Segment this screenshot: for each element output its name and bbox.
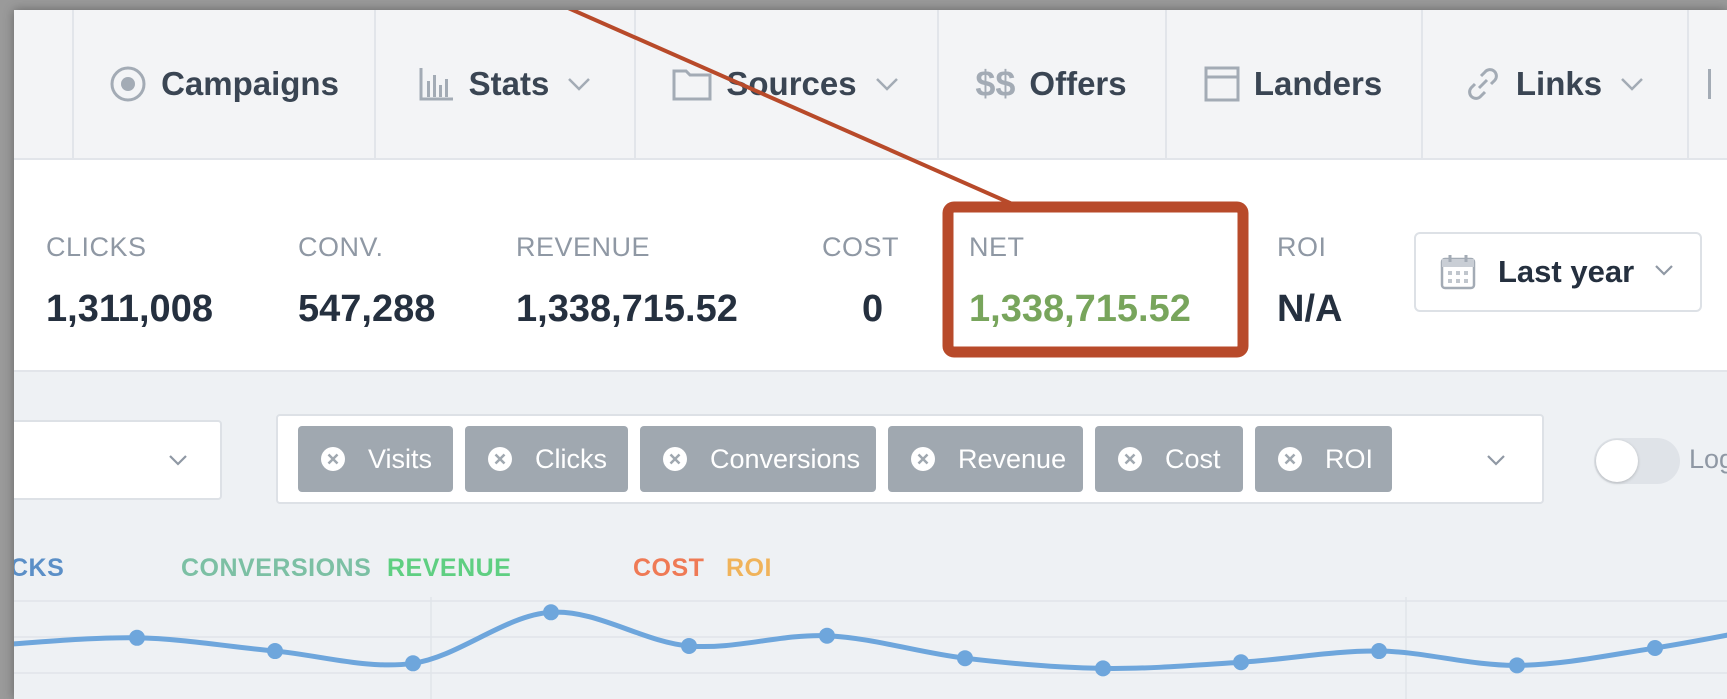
metric-tag-label: Cost: [1165, 443, 1221, 474]
nav-item-stats[interactable]: Stats: [374, 10, 636, 158]
metric-tag-visits[interactable]: Visits: [298, 426, 453, 492]
stat-value: 1,311,008: [46, 288, 213, 330]
stat-value: 1,338,715.52: [516, 288, 738, 330]
stat-label: ROI: [1277, 232, 1327, 262]
metric-tag-conversions[interactable]: Conversions: [640, 426, 876, 492]
remove-icon[interactable]: [1117, 446, 1143, 472]
nav-item-partial[interactable]: [14, 10, 74, 158]
metric-tag-label: Visits: [368, 443, 433, 474]
date-range-value: Last year: [1498, 254, 1635, 289]
remove-icon[interactable]: [1277, 446, 1303, 472]
nav-label-campaigns: Campaigns: [161, 65, 339, 102]
chevron-down-icon[interactable]: [1486, 454, 1506, 466]
target-icon: [110, 66, 146, 102]
stat-label: CONV.: [298, 232, 384, 262]
line-chart: [14, 597, 1727, 699]
stat-value: 0: [862, 288, 884, 330]
stat-value: 1,338,715.52: [969, 288, 1191, 330]
metric-multiselect[interactable]: Visits Clicks Conversions Revenue Cost R…: [276, 414, 1544, 504]
stat-value: N/A: [1277, 288, 1343, 330]
stat-label: NET: [969, 232, 1025, 262]
calendar-icon: [1440, 255, 1476, 290]
data-point[interactable]: [543, 604, 559, 621]
chart-panel: Visits Clicks Conversions Revenue Cost R…: [14, 372, 1727, 699]
nav-label-landers: Landers: [1253, 65, 1383, 102]
data-point[interactable]: [267, 643, 283, 660]
chevron-down-icon: [875, 78, 898, 91]
top-nav: Campaigns Stats Sources $$ Offers Lander…: [14, 10, 1727, 160]
nav-item-links[interactable]: Links: [1421, 10, 1689, 158]
legend-item-conversions[interactable]: CONVERSIONS: [181, 554, 371, 583]
stat-label: COST: [822, 232, 900, 262]
stats-bar: CLICKS 1,311,008 CONV. 547,288 REVENUE 1…: [14, 160, 1727, 372]
remove-icon[interactable]: [487, 446, 513, 472]
remove-icon[interactable]: [320, 446, 346, 472]
data-point[interactable]: [1647, 640, 1663, 656]
data-point[interactable]: [1233, 654, 1249, 671]
chevron-down-icon: [568, 78, 591, 91]
metric-tag-label: Clicks: [535, 443, 607, 474]
settings-icon: [1708, 69, 1711, 99]
chevron-down-icon: [169, 455, 187, 466]
metric-tag-label: ROI: [1325, 443, 1374, 474]
toggle-knob: [1596, 440, 1638, 482]
data-point[interactable]: [1371, 643, 1387, 660]
grouping-select[interactable]: [14, 420, 222, 500]
bar-chart-icon: [419, 68, 453, 101]
metric-tag-label: Conversions: [710, 443, 861, 474]
nav-label-sources: Sources: [726, 65, 857, 102]
metric-tag-label: Revenue: [958, 443, 1067, 474]
metric-tag-revenue[interactable]: Revenue: [888, 426, 1083, 492]
nav-label-stats: Stats: [468, 65, 550, 102]
date-range-select[interactable]: Last year: [1414, 232, 1702, 312]
nav-item-landers[interactable]: Landers: [1165, 10, 1423, 158]
folder-icon: [672, 69, 712, 101]
dollar-icon: $$: [975, 63, 1016, 104]
nav-label-offers: Offers: [1029, 65, 1127, 102]
series-line: [14, 609, 1727, 671]
stat-value: 547,288: [298, 288, 436, 330]
log-scale-label: Loga: [1689, 444, 1727, 474]
nav-item-offers[interactable]: $$ Offers: [937, 10, 1167, 158]
data-point[interactable]: [957, 650, 973, 667]
nav-item-sources[interactable]: Sources: [634, 10, 939, 158]
data-point[interactable]: [1509, 657, 1525, 674]
data-point[interactable]: [1095, 660, 1111, 677]
legend-item-cost[interactable]: COST: [633, 554, 704, 583]
stat-label: REVENUE: [516, 232, 651, 262]
metric-tag-clicks[interactable]: Clicks: [465, 426, 628, 492]
nav-label-links: Links: [1515, 65, 1603, 102]
chevron-down-icon: [1655, 265, 1673, 276]
metric-tag-roi[interactable]: ROI: [1255, 426, 1392, 492]
data-point[interactable]: [129, 629, 145, 646]
window-icon: [1204, 66, 1240, 102]
data-point[interactable]: [681, 637, 697, 654]
data-point[interactable]: [819, 627, 835, 644]
stat-label: CLICKS: [46, 232, 147, 262]
legend-item-clicks[interactable]: CKS: [14, 554, 64, 583]
remove-icon[interactable]: [662, 446, 688, 472]
nav-item-partial-right[interactable]: [1687, 10, 1727, 158]
data-point[interactable]: [405, 655, 421, 672]
log-scale-toggle[interactable]: [1594, 438, 1680, 484]
app-frame: Campaigns Stats Sources $$ Offers Lander…: [14, 10, 1727, 699]
link-icon: [1468, 68, 1498, 100]
chevron-down-icon: [1621, 78, 1643, 91]
remove-icon[interactable]: [910, 446, 936, 472]
nav-item-campaigns[interactable]: Campaigns: [74, 10, 376, 158]
legend-item-revenue[interactable]: REVENUE: [387, 554, 511, 583]
legend-item-roi[interactable]: ROI: [726, 554, 772, 583]
metric-tag-cost[interactable]: Cost: [1095, 426, 1243, 492]
